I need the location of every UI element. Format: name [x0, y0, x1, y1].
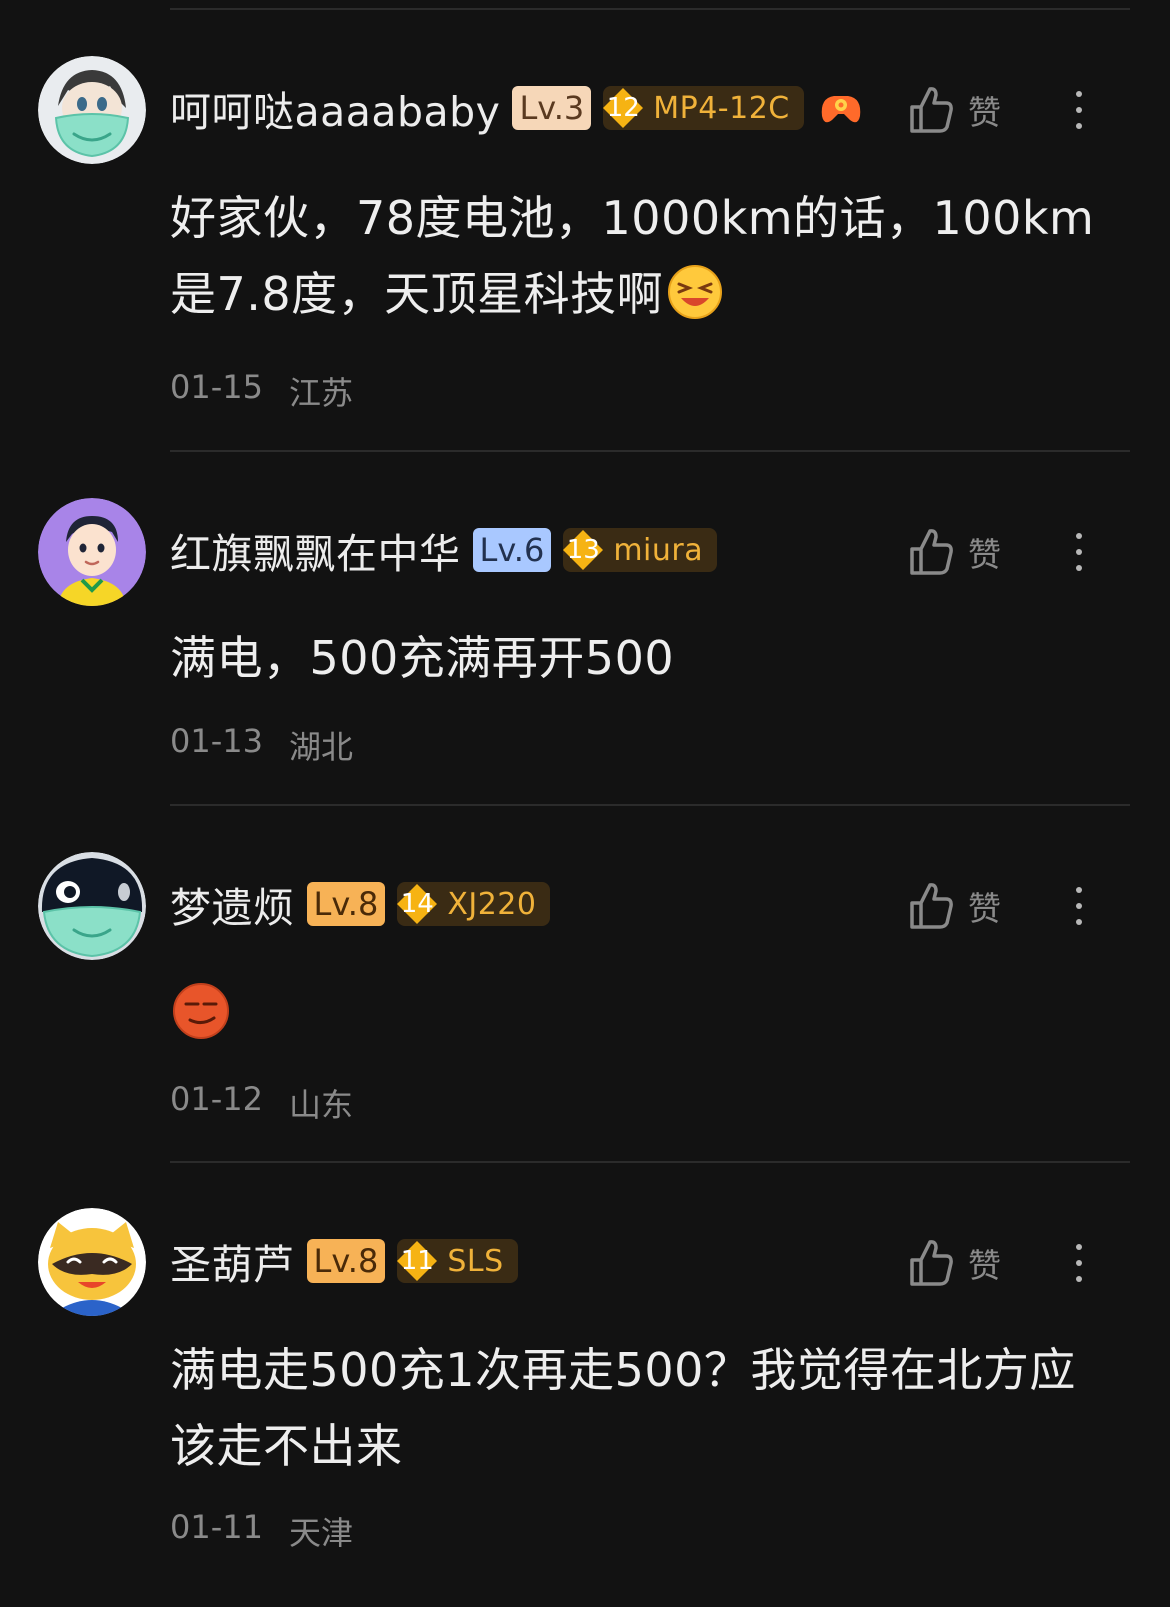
laughing-emoji-icon: [668, 265, 723, 319]
comment-date: 01-15: [170, 368, 263, 406]
username[interactable]: 红旗飘飘在中华: [170, 520, 461, 580]
fan-level: 14: [400, 889, 434, 919]
level-badge: Lv.8: [306, 1239, 386, 1283]
like-label: 赞: [968, 535, 1001, 574]
comment-meta: 01-15 江苏: [170, 368, 353, 414]
fan-level: 11: [400, 1246, 434, 1276]
masked-anime-avatar-icon: [38, 56, 146, 164]
fan-badge[interactable]: 14 XJ220: [397, 882, 551, 926]
comment-header: 红旗飘飘在中华 Lv.6 13 miura: [170, 520, 718, 580]
raccoon-mascot-avatar-icon: [38, 1208, 146, 1316]
more-options-icon[interactable]: [1064, 878, 1094, 934]
fan-badge[interactable]: 11 SLS: [397, 1239, 518, 1283]
fan-name: miura: [613, 532, 704, 568]
comment-location: 江苏: [288, 374, 353, 412]
comment-location: 山东: [288, 1086, 353, 1124]
avatar[interactable]: [38, 498, 146, 606]
thumbs-up-icon: [910, 1240, 953, 1286]
comment-text: 满电，500充满再开500: [170, 620, 1110, 696]
avatar[interactable]: [38, 852, 146, 960]
username[interactable]: 呵呵哒aaaababy: [170, 78, 500, 138]
comment-text-body: 满电，500充满再开500: [170, 631, 675, 685]
smirk-emoji-icon: [173, 983, 229, 1039]
comment-header: 梦遗烦 Lv.8 14 XJ220: [170, 874, 551, 934]
comment-text-body: 满电走500充1次再走500？我觉得在北方应该走不出来: [170, 1343, 1076, 1473]
comment-meta: 01-13 湖北: [170, 722, 353, 768]
masked-creature-avatar-icon: [38, 852, 146, 960]
comment-date: 01-13: [170, 722, 263, 760]
comment-location: 天津: [288, 1514, 353, 1552]
fan-level-icon: 12: [599, 86, 647, 130]
comment-date: 01-11: [170, 1508, 263, 1546]
avatar[interactable]: [38, 56, 146, 164]
comment-text: 满电走500充1次再走500？我觉得在北方应该走不出来: [170, 1332, 1110, 1484]
like-label: 赞: [968, 889, 1001, 928]
comment-header: 呵呵哒aaaababy Lv.3 12 MP4-12C: [170, 80, 866, 136]
comment-meta: 01-11 天津: [170, 1508, 353, 1554]
comment-text: 好家伙，78度电池，1000km的话，100km是7.8度，天顶星科技啊: [170, 180, 1110, 332]
fan-level: 13: [566, 535, 600, 565]
more-options-icon[interactable]: [1064, 1235, 1094, 1291]
comment-location: 湖北: [288, 728, 353, 766]
cartoon-boy-avatar-icon: [38, 498, 146, 606]
fan-name: MP4-12C: [653, 90, 790, 126]
thumbs-up-icon: [910, 529, 953, 575]
fan-name: XJ220: [447, 886, 537, 922]
comment-meta: 01-12 山东: [170, 1080, 353, 1126]
divider: [170, 8, 1130, 10]
fan-level-icon: 11: [393, 1239, 441, 1283]
comment-text-body: 好家伙，78度电池，1000km的话，100km是7.8度，天顶星科技啊: [170, 191, 1095, 321]
like-button[interactable]: 赞: [908, 82, 1001, 138]
like-button[interactable]: 赞: [908, 524, 1001, 580]
comment-date: 01-12: [170, 1080, 263, 1118]
more-options-icon[interactable]: [1064, 524, 1094, 580]
username[interactable]: 梦遗烦: [170, 874, 295, 934]
level-badge: Lv.8: [306, 882, 386, 926]
game-controller-badge-icon: [821, 96, 861, 123]
divider: [170, 450, 1130, 452]
fan-badge[interactable]: 13 miura: [563, 528, 718, 572]
username[interactable]: 圣葫芦: [170, 1231, 295, 1291]
divider: [170, 1161, 1130, 1163]
level-badge: Lv.3: [512, 86, 592, 130]
comment-list: 呵呵哒aaaababy Lv.3 12 MP4-12C 赞 好家伙，78度电池，…: [0, 0, 1170, 1607]
fan-badge[interactable]: 12 MP4-12C: [603, 86, 804, 130]
thumbs-up-icon: [910, 883, 953, 929]
more-options-icon[interactable]: [1064, 82, 1094, 138]
thumbs-up-icon: [910, 87, 953, 133]
fan-level-icon: 14: [393, 882, 441, 926]
comment-header: 圣葫芦 Lv.8 11 SLS: [170, 1233, 518, 1289]
fan-name: SLS: [447, 1243, 504, 1279]
fan-level: 12: [606, 93, 640, 123]
fan-level-icon: 13: [559, 528, 607, 572]
avatar[interactable]: [38, 1208, 146, 1316]
like-button[interactable]: 赞: [908, 1235, 1001, 1291]
like-label: 赞: [968, 1246, 1001, 1285]
like-label: 赞: [968, 93, 1001, 132]
level-badge: Lv.6: [472, 528, 552, 572]
divider: [170, 804, 1130, 806]
like-button[interactable]: 赞: [908, 878, 1001, 934]
